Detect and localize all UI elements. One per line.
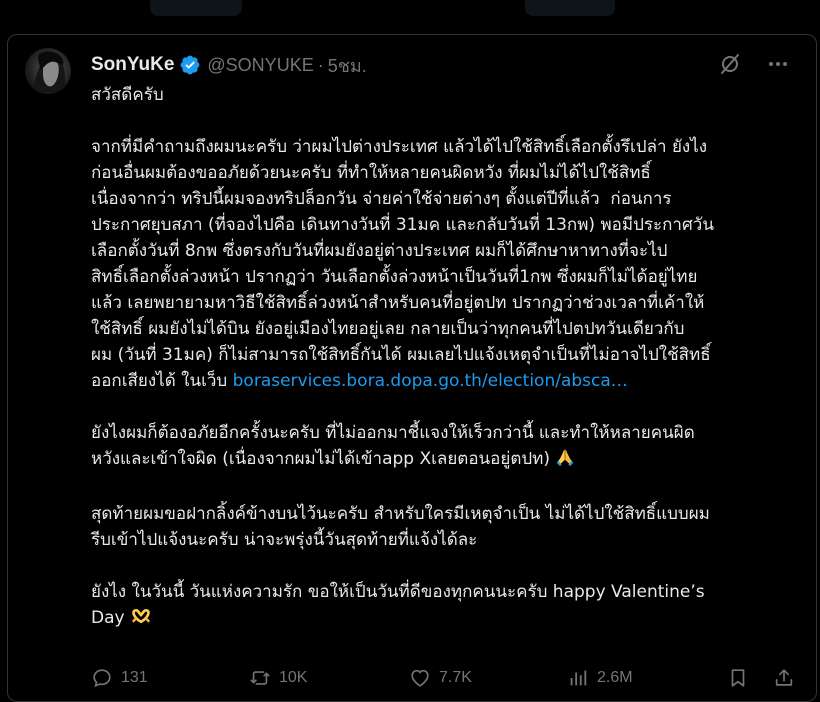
author-display-name[interactable]: SonYuKe <box>91 54 174 76</box>
reply-count: 131 <box>121 669 148 686</box>
repost-count: 10K <box>279 669 308 686</box>
avatar-photo <box>33 51 65 94</box>
grok-icon[interactable] <box>718 52 742 76</box>
post-action-bar: 131 10K 7.7K 2.6M <box>91 666 803 690</box>
views-icon <box>570 670 587 686</box>
header-separator: · <box>317 54 324 75</box>
post-line: เนื่องจากว่า ทริปนี้ผมจองทริปล็อกวัน จ่า… <box>91 189 672 209</box>
views-button[interactable]: 2.6M <box>567 667 633 689</box>
tab-pill-left <box>150 0 242 16</box>
share-button[interactable] <box>773 667 795 689</box>
post-line: ก่อนอื่นผมต้องขออภัยด้วยนะครับ ที่ทำให้ห… <box>91 163 651 183</box>
post-line: ใช้สิทธิ์ ผมยังไม่ได้บิน ยังอยู่เมืองไทย… <box>91 319 685 339</box>
post-line: แล้ว เลยพยายามหาวิธีใช้สิทธิ์ล่วงหน้าสำห… <box>91 293 705 313</box>
post-line-with-emoji: หวังและเข้าใจผิด (เนื่องจากผมไม่ได้เข้าa… <box>91 446 803 475</box>
repost-icon <box>250 671 270 685</box>
tab-pill-right <box>525 0 615 16</box>
share-icon <box>775 669 793 686</box>
election-absentee-link[interactable]: boraservices.bora.dopa.go.th/election/ab… <box>233 371 628 391</box>
views-count: 2.6M <box>597 669 633 686</box>
post-header: SonYuKe @SONYUKE · 5ชม. <box>91 52 367 78</box>
avatar[interactable] <box>25 48 71 94</box>
post-line-with-emoji: Day <box>91 605 803 634</box>
top-tab-strip <box>0 0 820 28</box>
post-timestamp[interactable]: 5ชม. <box>328 51 367 80</box>
post-greeting: สวัสดีครับ <box>91 85 164 105</box>
like-count: 7.7K <box>439 669 472 686</box>
post-top-actions <box>718 52 790 76</box>
heart-hands-emoji-icon <box>130 606 152 634</box>
post-line-with-link: ออกเสียงได้ ในเว็บ boraservices.bora.dop… <box>91 368 803 394</box>
bookmark-button[interactable] <box>727 667 749 689</box>
post-line: จากที่มีคำถามถึงผมนะครับ ว่าผมไปต่างประเ… <box>91 137 708 157</box>
reply-icon <box>93 669 111 688</box>
post-body: จากที่มีคำถามถึงผมนะครับ ว่าผมไปต่างประเ… <box>91 134 803 634</box>
bookmark-icon <box>731 669 745 687</box>
post-line: เลือกตั้งวันที่ 8กพ ซึ่งตรงกับวันที่ผมยั… <box>91 241 668 261</box>
pray-emoji-icon <box>555 447 575 475</box>
post-line: ผม (วันที่ 31มค) ก็ไม่สามารถใช้สิทธิ์กัน… <box>91 345 711 365</box>
heart-icon <box>411 669 429 687</box>
post-line: ประกาศยุบสภา (ที่จองไปคือ เดินทางวันที่ … <box>91 215 714 235</box>
post-line: สิทธิ์เลือกตั้งล่วงหน้า ปรากฏว่า วันเลือ… <box>91 267 698 287</box>
post-line-text: Day <box>91 608 130 628</box>
post-line: ยังไง ในวันนี้ วันแห่งความรัก ขอให้เป็นว… <box>91 582 705 602</box>
post-line-prefix: ออกเสียงได้ ในเว็บ <box>91 371 233 391</box>
post-line: รีบเข้าไปแจ้งนะครับ น่าจะพรุ่งนี้วันสุดท… <box>91 530 478 550</box>
post-line: ยังไงผมก็ต้องอภัยอีกครั้งนะครับ ที่ไม่ออ… <box>91 423 695 443</box>
more-icon[interactable] <box>766 52 790 76</box>
post-line-text: หวังและเข้าใจผิด (เนื่องจากผมไม่ได้เข้าa… <box>91 449 556 469</box>
reply-button[interactable]: 131 <box>91 667 148 689</box>
author-handle[interactable]: @SONYUKE <box>207 55 313 76</box>
verified-badge-icon <box>179 54 201 76</box>
post-line: สุดท้ายผมขอฝากลิ้งค์ข้างบนไว้นะครับ สำหร… <box>91 504 710 524</box>
like-button[interactable]: 7.7K <box>409 667 472 689</box>
repost-button[interactable]: 10K <box>249 667 307 689</box>
